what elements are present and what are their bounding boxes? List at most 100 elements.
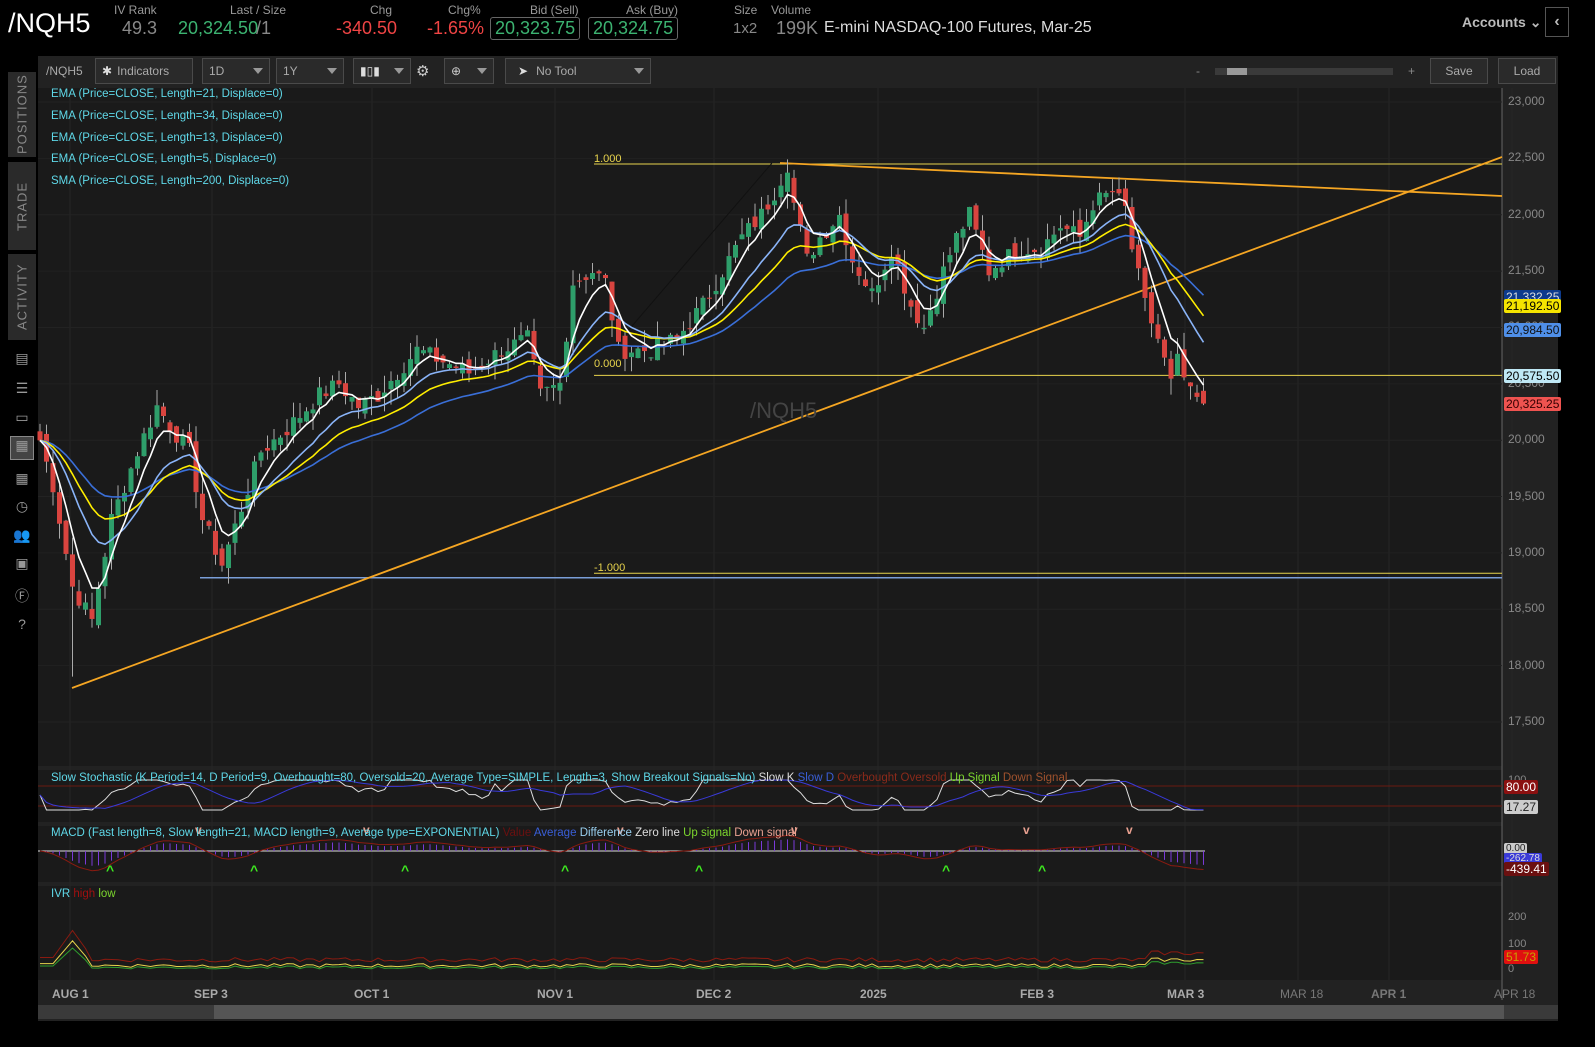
candle-down — [200, 493, 205, 521]
candle-up — [713, 290, 719, 295]
candle-down — [499, 355, 504, 357]
candle-up — [954, 232, 959, 253]
stoch-ob-tag: 80.00 — [1504, 780, 1539, 794]
candle-up — [128, 468, 134, 492]
x-tick-label: AUG 1 — [52, 987, 89, 1001]
candle-down — [336, 380, 342, 385]
horizontal-scrollbar[interactable] — [38, 1005, 1558, 1019]
macd-title: MACD (Fast length=8, Slow length=21, MAC… — [51, 827, 500, 839]
down-signal-arrow: v — [1023, 823, 1030, 837]
candle-down — [603, 274, 608, 279]
candle-up — [544, 386, 550, 388]
candle-up — [330, 380, 335, 397]
candle-up — [427, 347, 433, 353]
y-tick-label: 17,500 — [1508, 714, 1545, 728]
candle-up — [141, 433, 147, 457]
up-signal-arrow: ^ — [250, 862, 258, 878]
y-tick-label: 23,000 — [1508, 94, 1545, 108]
x-tick-label: FEB 3 — [1020, 987, 1055, 1001]
ivr-axis-100: 100 — [1508, 938, 1527, 950]
candle-down — [843, 213, 849, 246]
legend-down-signal: Down signal — [734, 827, 797, 839]
candle-down — [213, 530, 218, 555]
fib-label-bottom: -1.000 — [594, 562, 626, 574]
candle-up — [258, 452, 264, 461]
candle-up — [726, 256, 732, 281]
candle-down — [323, 393, 329, 397]
legend-low: low — [98, 888, 116, 900]
candle-up — [960, 228, 966, 238]
candle-down — [1032, 249, 1037, 253]
study-sma200[interactable]: SMA (Price=CLOSE, Length=200, Displace=0… — [51, 175, 289, 187]
legend-oversold: Oversold — [900, 772, 947, 784]
legend-slow-d: Slow D — [797, 772, 835, 784]
candle-up — [421, 350, 426, 354]
candle-down — [1116, 189, 1122, 194]
candle-up — [1058, 228, 1063, 231]
candle-up — [694, 308, 699, 324]
x-tick-label: NOV 1 — [537, 987, 574, 1001]
candle-down — [1142, 267, 1148, 298]
candle-up — [993, 267, 998, 279]
legend-down-signal: Down Signal — [1002, 772, 1068, 784]
study-ema21[interactable]: EMA (Price=CLOSE, Length=21, Displace=0) — [51, 88, 283, 100]
candle-up — [297, 418, 303, 423]
candle-up — [1071, 226, 1076, 233]
candle-down — [1110, 191, 1115, 193]
price-tag: 20,984.50 — [1504, 323, 1562, 337]
legend-slow-k: Slow K — [758, 772, 795, 784]
candle-down — [161, 406, 166, 416]
y-tick-label: 21,500 — [1508, 263, 1545, 278]
candle-up — [115, 499, 121, 516]
candle-down — [63, 520, 69, 554]
candle-up — [1097, 192, 1102, 206]
study-ema34[interactable]: EMA (Price=CLOSE, Length=34, Displace=0) — [51, 110, 283, 122]
candle-up — [772, 200, 777, 206]
study-ema13[interactable]: EMA (Price=CLOSE, Length=13, Displace=0) — [51, 132, 283, 144]
stoch-header[interactable]: Slow Stochastic (K Period=14, D Period=9… — [51, 772, 1067, 784]
ivr-header[interactable]: IVR high low — [51, 888, 116, 900]
candle-down — [863, 279, 868, 287]
candle-down — [284, 431, 290, 436]
candle-down — [856, 267, 862, 276]
candle-up — [739, 234, 745, 240]
candle-down — [687, 328, 693, 330]
candle-down — [583, 277, 589, 280]
candle-down — [707, 297, 712, 299]
macd-header[interactable]: MACD (Fast length=8, Slow length=21, MAC… — [51, 827, 797, 839]
x-tick-label: APR 18 — [1494, 987, 1536, 1001]
candle-up — [551, 385, 556, 388]
x-tick-label: DEC 2 — [696, 987, 732, 1001]
up-signal-arrow: ^ — [561, 862, 569, 878]
candle-up — [811, 254, 816, 259]
candle-up — [310, 409, 316, 414]
candle-up — [733, 244, 738, 258]
ivr-pane — [38, 886, 1502, 980]
candle-down — [915, 300, 920, 324]
candle-down — [206, 521, 212, 526]
candle-up — [557, 382, 563, 391]
up-signal-arrow: ^ — [401, 862, 409, 878]
candle-up — [830, 226, 836, 243]
candle-up — [291, 417, 296, 436]
candle-down — [453, 366, 459, 369]
candle-up — [778, 185, 784, 198]
candle-down — [596, 271, 602, 274]
candle-down — [1155, 324, 1161, 339]
candle-up — [362, 397, 368, 414]
candle-up — [1175, 353, 1180, 376]
candle-up — [635, 348, 641, 359]
x-tick-label: OCT 1 — [354, 987, 390, 1001]
y-tick-label: 22,500 — [1508, 150, 1545, 165]
candle-down — [167, 422, 173, 431]
candle-down — [57, 492, 62, 524]
candle-down — [1162, 339, 1167, 358]
study-ema5[interactable]: EMA (Price=CLOSE, Length=5, Displace=0) — [51, 153, 276, 165]
candle-up — [648, 357, 654, 359]
candle-up — [271, 439, 277, 451]
legend-difference: Difference — [579, 827, 632, 839]
candle-down — [1201, 390, 1206, 404]
scrollbar-thumb[interactable] — [214, 1005, 1504, 1019]
candle-down — [1188, 382, 1193, 387]
price-tag: 21,192.50 — [1504, 299, 1562, 313]
